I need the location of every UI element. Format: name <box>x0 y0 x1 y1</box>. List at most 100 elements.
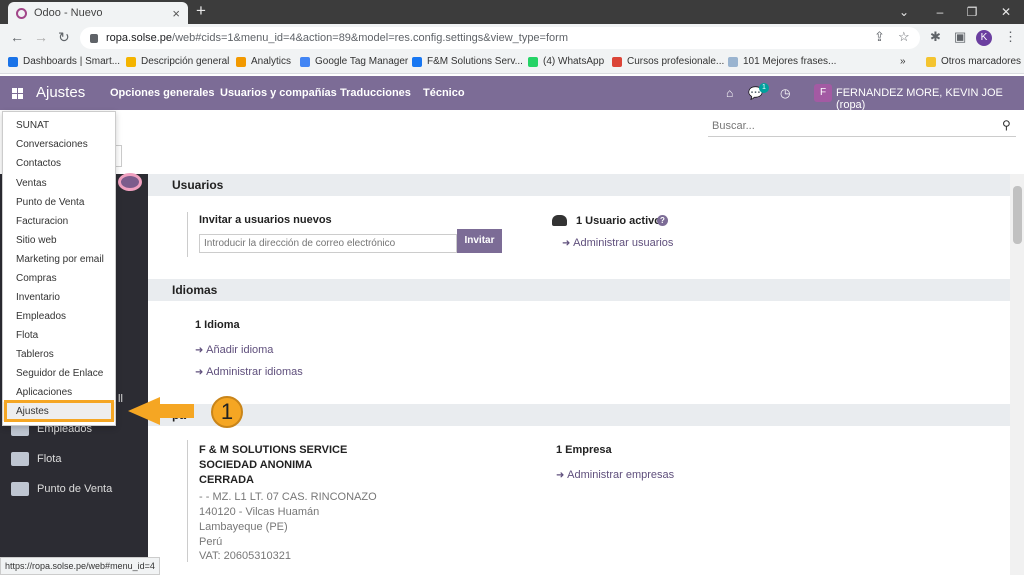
menu-item-flota[interactable]: Flota <box>3 326 115 345</box>
globe-icon <box>728 56 738 67</box>
bookmark-item[interactable]: F&M Solutions Serv... <box>412 56 523 67</box>
company-country: Perú <box>199 536 223 548</box>
search-input[interactable]: Buscar... <box>712 120 755 132</box>
restore-icon[interactable]: ❐ <box>956 0 988 24</box>
menu-item-punto-de-venta[interactable]: Punto de Venta <box>3 193 115 212</box>
user-avatar[interactable]: F <box>814 84 832 102</box>
more-bookmarks-icon[interactable]: » <box>900 56 906 67</box>
invite-email-input[interactable] <box>199 234 457 253</box>
browser-tab[interactable]: Odoo - Nuevo × <box>8 2 188 24</box>
divider <box>187 212 188 257</box>
menu-item-facturacion[interactable]: Facturacion <box>3 212 115 231</box>
bookmarks-bar: Dashboards | Smart... Descripción genera… <box>0 52 1024 74</box>
apps-menu-icon[interactable] <box>12 88 23 99</box>
close-tab-icon[interactable]: × <box>172 6 180 21</box>
bookmark-star-icon[interactable]: ☆ <box>898 29 910 45</box>
bookmark-item[interactable]: Cursos profesionale... <box>612 56 724 67</box>
user-name[interactable]: FERNANDEZ MORE, KEVIN JOE (ropa) <box>836 87 1024 111</box>
menu-opciones-generales[interactable]: Opciones generales <box>110 87 215 99</box>
sidebar-item-flota[interactable]: Flota <box>0 444 148 474</box>
address-bar: ← → ↻ ropa.solse.pe /web#cids=1&menu_id=… <box>0 24 1024 52</box>
menu-item-sitio-web[interactable]: Sitio web <box>3 231 115 250</box>
pointer-arrow-shaft <box>160 404 194 418</box>
back-icon[interactable]: ← <box>10 29 24 45</box>
help-icon[interactable]: ? <box>657 215 668 226</box>
google-icon <box>612 56 622 67</box>
url-path: /web#cids=1&menu_id=4&action=89&model=re… <box>172 32 568 44</box>
step-number-badge: 1 <box>211 396 243 428</box>
app-title: Ajustes <box>36 84 86 101</box>
section-title-idiomas: Idiomas <box>148 279 1016 301</box>
minimize-icon[interactable]: – <box>924 0 956 24</box>
menu-item-ventas[interactable]: Ventas <box>3 174 115 193</box>
home-icon[interactable]: ⌂ <box>726 86 733 100</box>
manage-companies-link[interactable]: Administrar empresas <box>556 469 674 481</box>
new-tab-button[interactable]: + <box>196 1 206 21</box>
company-name-line: SOCIEDAD ANONIMA <box>199 459 313 471</box>
add-language-link[interactable]: Añadir idioma <box>195 344 273 356</box>
extensions-icon[interactable]: ✱ <box>930 29 941 45</box>
url-input[interactable]: ropa.solse.pe /web#cids=1&menu_id=4&acti… <box>80 27 920 49</box>
analytics-icon <box>236 56 246 67</box>
invite-button[interactable]: Invitar <box>457 229 502 253</box>
highlight-box <box>4 400 114 422</box>
activity-clock-icon[interactable]: ◷ <box>780 86 790 100</box>
profile-avatar[interactable]: K <box>976 30 992 46</box>
url-host: ropa.solse.pe <box>106 32 173 44</box>
company-vat: VAT: 20605310321 <box>199 550 291 562</box>
company-address: - - MZ. L1 LT. 07 CAS. RINCONAZO <box>199 491 377 503</box>
bookmark-item[interactable]: 101 Mejores frases... <box>728 56 836 67</box>
company-address: 140120 - Vilcas Huamán <box>199 506 320 518</box>
odoo-logo-icon <box>118 173 142 191</box>
more-menu-icon[interactable]: ⋮ <box>1004 29 1017 45</box>
section-title-companias: pa <box>148 404 1016 426</box>
chat-badge: 1 <box>759 83 769 93</box>
scrollbar-thumb[interactable] <box>1013 186 1022 244</box>
side-panel-icon[interactable]: ▣ <box>954 29 966 45</box>
active-users-count: 1 Usuario activo <box>576 215 661 227</box>
menu-item-marketing-email[interactable]: Marketing por email <box>3 250 115 269</box>
status-url: https://ropa.solse.pe/web#menu_id=4 <box>0 557 160 575</box>
reload-icon[interactable]: ↻ <box>58 29 70 46</box>
language-count: 1 Idioma <box>195 319 240 331</box>
menu-item-empleados[interactable]: Empleados <box>3 307 115 326</box>
menu-item-seguidor-enlace[interactable]: Seguidor de Enlace <box>3 364 115 383</box>
bookmark-item[interactable]: Dashboards | Smart... <box>8 56 120 67</box>
bookmark-item[interactable]: Google Tag Manager <box>300 56 408 67</box>
tab-search-icon[interactable]: ⌄ <box>888 0 920 24</box>
menu-item-compras[interactable]: Compras <box>3 269 115 288</box>
sidebar-truncated-text: ll <box>118 393 123 405</box>
bookmark-item[interactable]: (4) WhatsApp <box>528 56 604 67</box>
forward-icon[interactable]: → <box>34 29 48 45</box>
bookmark-item[interactable]: Analytics <box>236 56 291 67</box>
menu-item-sunat[interactable]: SUNAT <box>3 116 115 135</box>
browser-tab-bar: Odoo - Nuevo × + ⌄ – ❐ ✕ <box>0 0 1024 24</box>
whatsapp-icon <box>528 56 538 67</box>
odoo-navbar: Ajustes Opciones generales Usuarios y co… <box>0 76 1024 111</box>
share-icon[interactable]: ⇪ <box>874 29 885 45</box>
lock-icon <box>90 33 98 43</box>
apps-dropdown-menu: SUNAT Conversaciones Contactos Ventas Pu… <box>2 111 116 426</box>
other-bookmarks[interactable]: Otros marcadores <box>926 56 1021 67</box>
menu-item-conversaciones[interactable]: Conversaciones <box>3 135 115 154</box>
menu-usuarios-companias[interactable]: Usuarios y compañías <box>220 87 337 99</box>
menu-item-inventario[interactable]: Inventario <box>3 288 115 307</box>
menu-traducciones[interactable]: Traducciones <box>340 87 411 99</box>
menu-item-tableros[interactable]: Tableros <box>3 345 115 364</box>
search-underline <box>708 136 1016 137</box>
menu-item-contactos[interactable]: Contactos <box>3 154 115 173</box>
section-title-usuarios: Usuarios <box>148 174 1016 196</box>
manage-users-link[interactable]: Administrar usuarios <box>562 237 673 249</box>
close-window-icon[interactable]: ✕ <box>990 0 1022 24</box>
bookmark-item[interactable]: Descripción general <box>126 56 229 67</box>
menu-tecnico[interactable]: Técnico <box>423 87 465 99</box>
sidebar-item-punto-de-venta[interactable]: Punto de Venta <box>0 474 148 504</box>
company-name-line: F & M SOLUTIONS SERVICE <box>199 444 348 456</box>
invite-label: Invitar a usuarios nuevos <box>199 214 332 226</box>
search-icon[interactable]: ⚲ <box>1002 118 1011 132</box>
manage-languages-link[interactable]: Administrar idiomas <box>195 366 303 378</box>
odoo-favicon-icon <box>16 7 27 19</box>
dashboard-icon <box>8 56 18 67</box>
company-count: 1 Empresa <box>556 444 612 456</box>
tab-title: Odoo - Nuevo <box>34 7 103 19</box>
